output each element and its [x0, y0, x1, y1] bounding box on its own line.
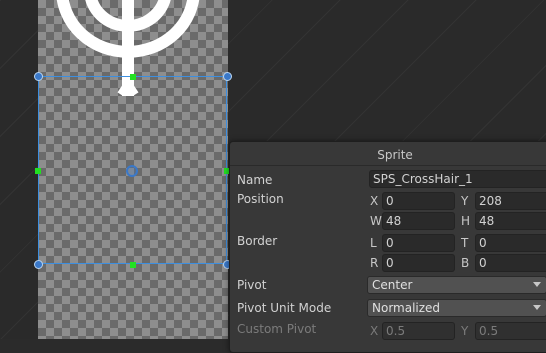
- edge-handle-top[interactable]: [130, 74, 136, 80]
- border-label: Border: [237, 234, 278, 248]
- border-t-axis-label: T: [461, 236, 469, 250]
- position-x-axis-label: X: [370, 194, 379, 208]
- custom-pivot-x-axis-label: X: [370, 324, 379, 338]
- position-y-axis-label: Y: [461, 194, 469, 208]
- sprite-properties-panel: Sprite Name SPS_CrossHair_1 Position X 0…: [229, 141, 546, 353]
- custom-pivot-x-field: 0.5: [382, 322, 455, 340]
- position-label: Position: [237, 192, 284, 206]
- border-b-field[interactable]: 0: [475, 254, 546, 272]
- position-w-axis-label: W: [370, 214, 382, 228]
- border-t-field[interactable]: 0: [475, 234, 546, 252]
- chevron-down-icon: [533, 305, 541, 310]
- name-label: Name: [237, 173, 273, 187]
- pivot-unit-mode-value: Normalized: [372, 301, 441, 315]
- position-h-field[interactable]: 48: [475, 212, 546, 230]
- position-x-field[interactable]: 0: [382, 192, 455, 210]
- position-h-axis-label: H: [461, 214, 471, 228]
- corner-handle-bottom-left[interactable]: [34, 260, 43, 269]
- position-w-field[interactable]: 48: [382, 212, 455, 230]
- edge-handle-bottom[interactable]: [130, 262, 136, 268]
- pivot-label: Pivot: [237, 278, 267, 292]
- corner-handle-top-right[interactable]: [223, 72, 232, 81]
- pivot-circle-icon[interactable]: [126, 165, 138, 177]
- border-r-field[interactable]: 0: [382, 254, 455, 272]
- panel-title: Sprite: [230, 145, 546, 166]
- border-b-axis-label: B: [461, 256, 470, 270]
- custom-pivot-label: Custom Pivot: [237, 322, 317, 336]
- name-field[interactable]: SPS_CrossHair_1: [369, 170, 546, 188]
- pivot-dropdown-value: Center: [372, 278, 413, 292]
- custom-pivot-y-field: 0.5: [475, 322, 546, 340]
- edge-handle-left[interactable]: [35, 168, 41, 174]
- pivot-dropdown[interactable]: Center: [367, 276, 546, 294]
- pivot-unit-mode-label: Pivot Unit Mode: [237, 301, 332, 315]
- border-l-field[interactable]: 0: [382, 234, 455, 252]
- pivot-unit-mode-dropdown[interactable]: Normalized: [367, 299, 546, 317]
- border-l-axis-label: L: [370, 236, 377, 250]
- corner-handle-top-left[interactable]: [34, 72, 43, 81]
- custom-pivot-y-axis-label: Y: [461, 324, 469, 338]
- border-r-axis-label: R: [370, 256, 379, 270]
- chevron-down-icon: [533, 282, 541, 287]
- position-y-field[interactable]: 208: [475, 192, 546, 210]
